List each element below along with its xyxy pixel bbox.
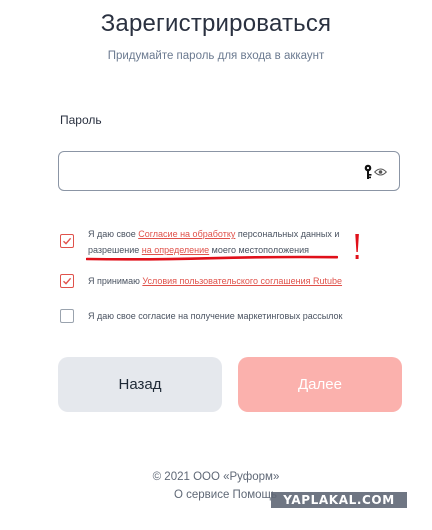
consent-personal-data-checkbox[interactable] (60, 234, 74, 248)
password-label: Пароль (60, 113, 102, 127)
consent-marketing-checkbox[interactable] (60, 309, 74, 323)
consent-terms-text: Я принимаю Условия пользовательского сог… (88, 276, 343, 286)
consent-marketing-text: Я даю свое согласие на получение маркети… (88, 311, 343, 321)
consent-terms-checkbox[interactable] (60, 274, 74, 288)
footer-links[interactable]: О сервисе Помощь (174, 489, 277, 501)
copyright-text: © 2021 ООО «Руформ» (152, 471, 280, 483)
check-icon (63, 237, 72, 245)
terms-link[interactable]: Условия пользовательского соглашения Rut… (142, 276, 342, 286)
exclamation-mark-annotation (355, 234, 359, 259)
page-title: Зарегистрироваться (100, 10, 332, 37)
watermark-text: YAPLAKAL.COM (283, 493, 395, 507)
next-button[interactable]: Далее (238, 357, 402, 412)
check-icon (63, 277, 72, 285)
back-button[interactable]: Назад (58, 357, 222, 412)
red-underline-annotation (86, 255, 338, 261)
password-input[interactable] (58, 151, 400, 191)
eye-icon[interactable] (374, 167, 387, 177)
consent-personal-data-text: Я даю свое Согласие на обработку персона… (88, 229, 340, 255)
consent-processing-link[interactable]: Согласие на обработку (138, 229, 235, 239)
page-subtitle: Придумайте пароль для входа в аккаунт (107, 50, 325, 62)
location-consent-link[interactable]: на определение (142, 245, 209, 255)
